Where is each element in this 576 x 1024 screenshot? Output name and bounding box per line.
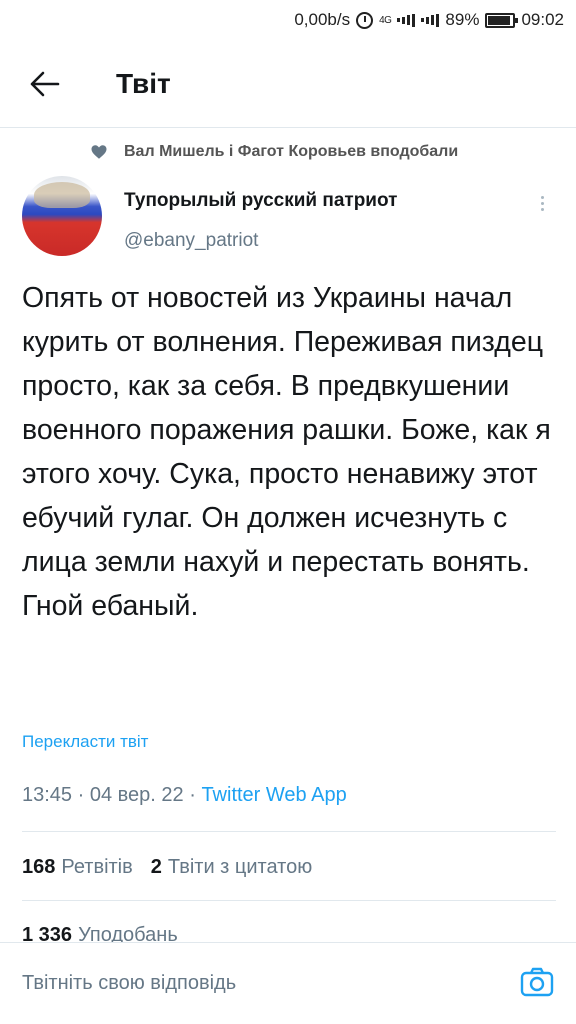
retweets-stat[interactable]: 168 Ретвітів: [22, 856, 133, 879]
network-type: 4G: [379, 14, 392, 26]
quotes-count: 2: [150, 856, 162, 878]
more-options-icon[interactable]: [530, 190, 554, 216]
author-name[interactable]: Тупорылый русский патриот: [124, 190, 397, 212]
reply-bar: Твітніть свою відповідь: [0, 942, 576, 1024]
retweets-count: 168: [22, 856, 56, 878]
network-speed: 0,00b/s: [294, 10, 351, 29]
reply-input[interactable]: Твітніть свою відповідь: [22, 972, 576, 995]
page-title: Твіт: [116, 67, 171, 99]
translate-link[interactable]: Перекласти твіт: [22, 732, 148, 752]
likes-label: Уподобань: [78, 924, 178, 942]
tweet-time: 13:45: [22, 784, 73, 806]
tweet-meta: 13:45 · 04 вер. 22 · Twitter Web App: [22, 784, 347, 806]
quotes-stat[interactable]: 2 Твіти з цитатою: [151, 856, 312, 879]
tweet-date: 04 вер. 22: [89, 784, 184, 806]
likes-count: 1 336: [22, 924, 73, 942]
avatar[interactable]: [22, 176, 102, 256]
header: Твіт: [0, 40, 576, 128]
tweet-text: Опять от новостей из Украины начал курит…: [22, 282, 559, 622]
battery-icon: [485, 12, 519, 28]
status-bar: 0,00b/s 4G 89% 09:02: [0, 0, 576, 40]
heart-icon: [90, 143, 108, 161]
battery-percent: 89%: [445, 10, 480, 29]
signal-icon-2: [421, 13, 440, 27]
liked-by-text: Вал Мишель і Фагот Коровьев вподобали: [124, 143, 459, 160]
retweets-label: Ретвітів: [61, 856, 133, 878]
clock: 09:02: [521, 10, 564, 29]
quotes-label: Твіти з цитатою: [167, 856, 313, 878]
signal-icon: [397, 13, 416, 27]
author-handle[interactable]: @ebany_patriot: [124, 230, 258, 252]
likes-stat[interactable]: 1 336 Уподобань: [22, 924, 178, 942]
tweet-stats: 168 Ретвітів 2 Твіти з цитатою: [22, 856, 312, 879]
divider: [22, 900, 556, 901]
back-button[interactable]: [0, 40, 90, 128]
camera-icon[interactable]: [520, 965, 554, 999]
alarm-icon: [356, 11, 374, 29]
tweet-source-link[interactable]: Twitter Web App: [201, 784, 346, 806]
social-context[interactable]: Вал Мишель і Фагот Коровьев вподобали: [90, 143, 458, 161]
divider: [22, 831, 556, 832]
arrow-left-icon: [30, 71, 60, 96]
